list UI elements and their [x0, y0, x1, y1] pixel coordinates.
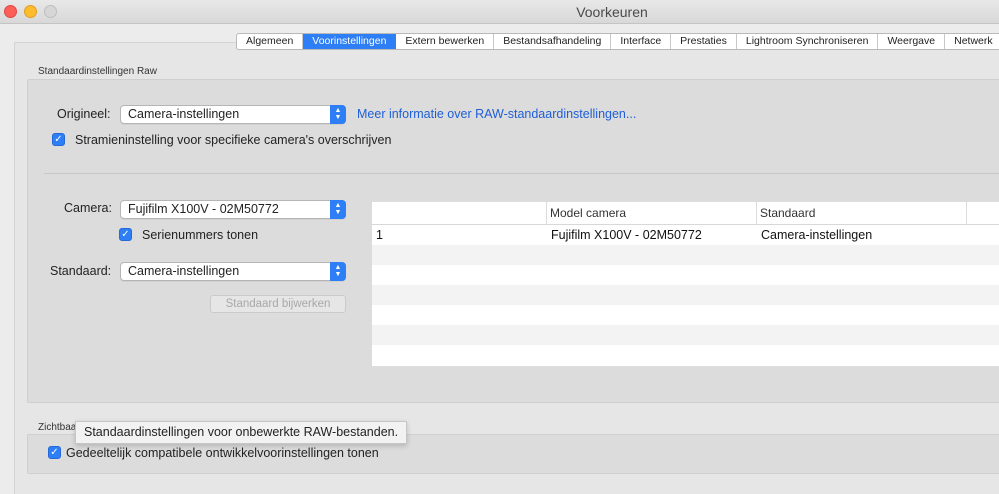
partial-compatible-checkbox-label: Gedeeltelijk compatibele ontwikkelvoorin… [66, 446, 379, 460]
tab-algemeen[interactable]: Algemeen [237, 34, 304, 49]
serial-checkbox[interactable]: ✓ [119, 228, 132, 241]
tab-weergave[interactable]: Weergave [878, 34, 946, 49]
serial-checkbox-label: Serienummers tonen [142, 228, 259, 242]
standaard-label: Standaard: [50, 264, 112, 278]
tab-prestaties[interactable]: Prestaties [671, 34, 737, 49]
popup-stepper-icon: ▲ ▼ [330, 105, 346, 124]
column-header-extra [967, 202, 999, 224]
tab-voorinstellingen[interactable]: Voorinstellingen [303, 34, 397, 49]
column-header-standaard[interactable]: Standaard [757, 202, 967, 224]
column-header-model[interactable]: Model camera [547, 202, 757, 224]
row-index: 1 [376, 228, 383, 242]
table-row-empty [372, 285, 999, 305]
camera-value: Fujifilm X100V - 02M50772 [128, 202, 279, 216]
raw-group-label: Standaardinstellingen Raw [38, 66, 157, 77]
table-row-empty [372, 305, 999, 325]
override-checkbox[interactable]: ✓ [52, 133, 65, 146]
standaard-popup[interactable]: Camera-instellingen ▲ ▼ [120, 262, 346, 281]
tab-netwerk[interactable]: Netwerk [945, 34, 999, 49]
tab-extern-bewerken[interactable]: Extern bewerken [396, 34, 495, 49]
origineel-label: Origineel: [57, 107, 111, 121]
partial-compatible-checkbox[interactable]: ✓ [48, 446, 61, 459]
title-bar: Voorkeuren [0, 0, 999, 24]
popup-stepper-icon: ▲ ▼ [330, 200, 346, 219]
table-row-empty [372, 265, 999, 285]
origineel-value: Camera-instellingen [128, 107, 240, 121]
popup-stepper-icon: ▲ ▼ [330, 262, 346, 281]
table-row-empty [372, 345, 999, 365]
tab-interface[interactable]: Interface [611, 34, 672, 49]
table-row-empty [372, 325, 999, 345]
window-title: Voorkeuren [576, 4, 648, 20]
table-header: Model camera Standaard [372, 202, 999, 225]
row-model: Fujifilm X100V - 02M50772 [551, 228, 702, 242]
table-row-empty [372, 245, 999, 265]
camera-popup[interactable]: Fujifilm X100V - 02M50772 ▲ ▼ [120, 200, 346, 219]
tab-bar: Algemeen Voorinstellingen Extern bewerke… [236, 33, 999, 50]
tooltip: Standaardinstellingen voor onbewerkte RA… [75, 421, 408, 444]
column-header-index[interactable] [372, 202, 547, 224]
tab-bestandsafhandeling[interactable]: Bestandsafhandeling [494, 34, 612, 49]
update-default-button[interactable]: Standaard bijwerken [210, 295, 346, 313]
section-divider [44, 173, 999, 174]
tab-lightroom-synchroniseren[interactable]: Lightroom Synchroniseren [737, 34, 879, 49]
row-standaard: Camera-instellingen [761, 228, 873, 242]
origineel-popup[interactable]: Camera-instellingen ▲ ▼ [120, 105, 346, 124]
camera-defaults-table: Model camera Standaard 1 Fujifilm X100V … [372, 202, 999, 366]
camera-label: Camera: [64, 201, 112, 215]
override-checkbox-label: Stramieninstelling voor specifieke camer… [75, 133, 392, 147]
standaard-value: Camera-instellingen [128, 264, 240, 278]
table-row[interactable]: 1 Fujifilm X100V - 02M50772 Camera-inste… [372, 225, 999, 245]
raw-info-link[interactable]: Meer informatie over RAW-standaardinstel… [357, 107, 636, 121]
visibility-group-label: Zichtbaa [38, 422, 77, 433]
